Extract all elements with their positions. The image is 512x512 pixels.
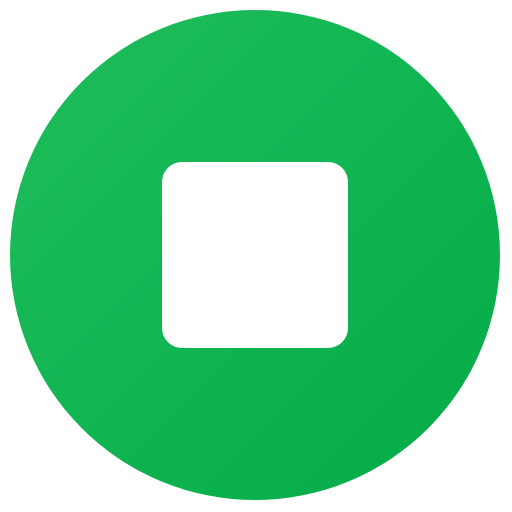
stop-button[interactable] [10, 10, 500, 500]
stop-icon [162, 162, 348, 348]
app-canvas [0, 0, 512, 512]
